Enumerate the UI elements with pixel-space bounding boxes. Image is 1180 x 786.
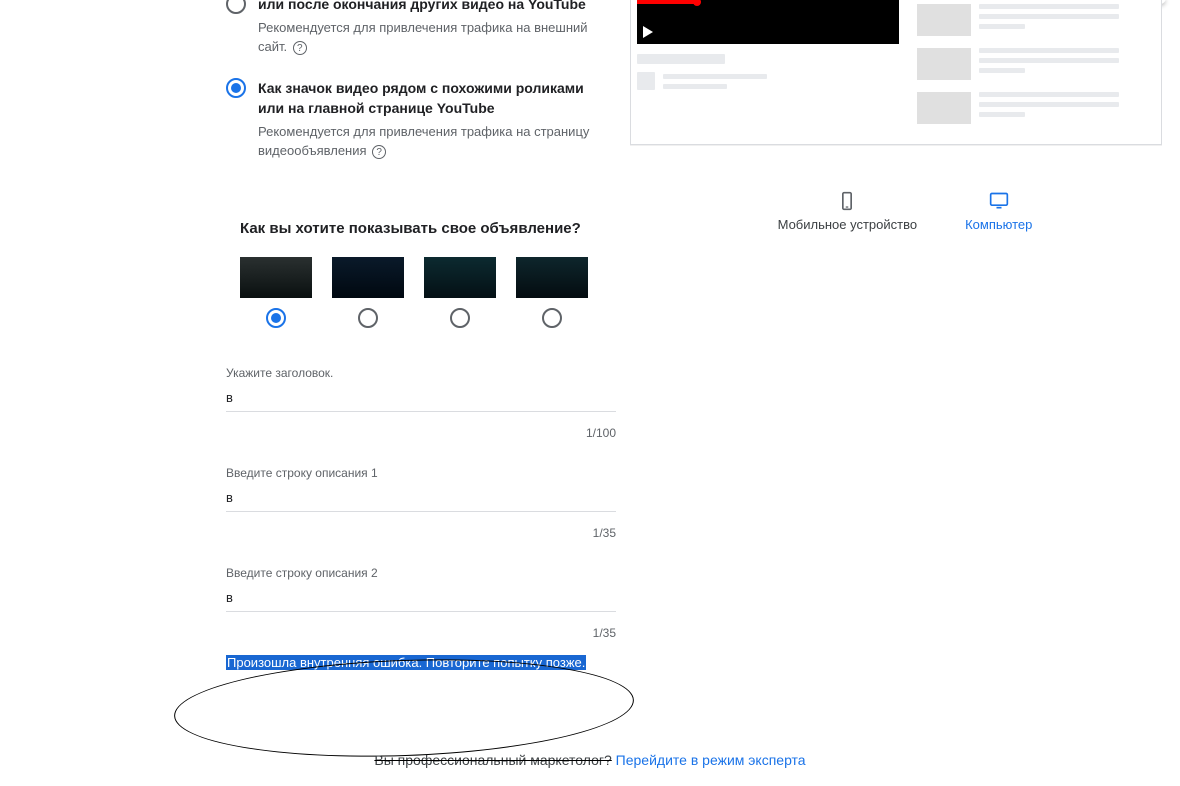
play-icon: [643, 26, 653, 38]
desc2-counter: 1/35: [226, 626, 616, 640]
footer-question: Вы профессиональный маркетолог?: [374, 752, 611, 768]
device-mobile-label: Мобильное устройство: [778, 217, 918, 233]
desc2-label: Введите строку описания 2: [226, 566, 616, 580]
skeleton-line: [979, 14, 1119, 19]
preview-video-area: [637, 0, 899, 132]
skeleton-line: [979, 112, 1025, 117]
thumbnail-image[interactable]: [332, 257, 404, 298]
desc1-counter: 1/35: [226, 526, 616, 540]
skeleton-line: [979, 92, 1119, 97]
desc1-field-block: Введите строку описания 1 1/35: [226, 466, 616, 540]
skeleton-line: [637, 72, 655, 90]
device-desktop-label: Компьютер: [965, 217, 1032, 233]
radio-icon[interactable]: [226, 78, 246, 98]
radio-icon[interactable]: [358, 308, 378, 328]
format-option-1-title: или после окончания других видео на YouT…: [258, 0, 610, 14]
desc2-input[interactable]: [226, 586, 616, 612]
skeleton-line: [979, 58, 1119, 63]
help-icon[interactable]: ?: [293, 41, 307, 55]
format-option-2[interactable]: Как значок видео рядом с похожими ролика…: [226, 78, 610, 164]
progress-bar-icon: [637, 0, 697, 4]
headline-field-block: Укажите заголовок. 1/100: [226, 366, 616, 440]
headline-label: Укажите заголовок.: [226, 366, 616, 380]
radio-icon[interactable]: [450, 308, 470, 328]
device-desktop-tab[interactable]: Компьютер: [965, 191, 1032, 233]
desktop-icon: [987, 191, 1011, 211]
thumbnail-option-2[interactable]: [332, 257, 404, 328]
ad-preview-card: [630, 0, 1162, 145]
radio-icon[interactable]: [226, 0, 246, 14]
list-item: [917, 88, 1119, 124]
thumbnail-image[interactable]: [516, 257, 588, 298]
skeleton-thumb: [917, 4, 971, 36]
format-option-1[interactable]: или после окончания других видео на YouT…: [226, 0, 610, 60]
footer-expert-prompt: Вы профессиональный маркетолог? Перейдит…: [0, 752, 1180, 768]
skeleton-line: [663, 74, 767, 79]
list-item: [917, 44, 1119, 80]
format-option-1-desc: Рекомендуется для привлечения трафика на…: [258, 18, 610, 56]
thumbnail-image[interactable]: [424, 257, 496, 298]
format-option-2-desc: Рекомендуется для привлечения трафика на…: [258, 122, 610, 160]
skeleton-line: [663, 84, 727, 89]
thumbnail-options: [226, 257, 610, 328]
radio-icon[interactable]: [266, 308, 286, 328]
format-option-2-title: Как значок видео рядом с похожими ролика…: [258, 78, 610, 118]
list-item: [917, 0, 1119, 36]
smartphone-icon: [835, 191, 859, 211]
skeleton-line: [979, 48, 1119, 53]
error-message: Произошла внутренняя ошибка. Повторите п…: [226, 655, 586, 670]
skeleton-line: [979, 4, 1119, 9]
thumbnail-option-1[interactable]: [240, 257, 312, 328]
device-mobile-tab[interactable]: Мобильное устройство: [778, 191, 918, 233]
skeleton-line: [979, 68, 1025, 73]
help-icon[interactable]: ?: [372, 145, 386, 159]
radio-icon[interactable]: [542, 308, 562, 328]
device-switch: Мобильное устройство Компьютер: [630, 191, 1180, 233]
desc1-label: Введите строку описания 1: [226, 466, 616, 480]
preview-video-player: [637, 0, 899, 44]
skeleton-thumb: [917, 92, 971, 124]
thumbnail-heading: Как вы хотите показывать свое объявление…: [226, 220, 610, 237]
preview-related-list: [899, 0, 1129, 132]
skeleton-thumb: [917, 48, 971, 80]
skeleton-line: [979, 24, 1025, 29]
skeleton-line: [979, 102, 1119, 107]
thumbnail-option-4[interactable]: [516, 257, 588, 328]
desc2-field-block: Введите строку описания 2 1/35: [226, 566, 616, 640]
desc1-input[interactable]: [226, 486, 616, 512]
thumbnail-option-3[interactable]: [424, 257, 496, 328]
headline-input[interactable]: [226, 386, 616, 412]
thumbnail-image[interactable]: [240, 257, 312, 298]
skeleton-line: [637, 54, 725, 64]
expert-mode-link[interactable]: Перейдите в режим эксперта: [616, 752, 806, 768]
headline-counter: 1/100: [226, 426, 616, 440]
